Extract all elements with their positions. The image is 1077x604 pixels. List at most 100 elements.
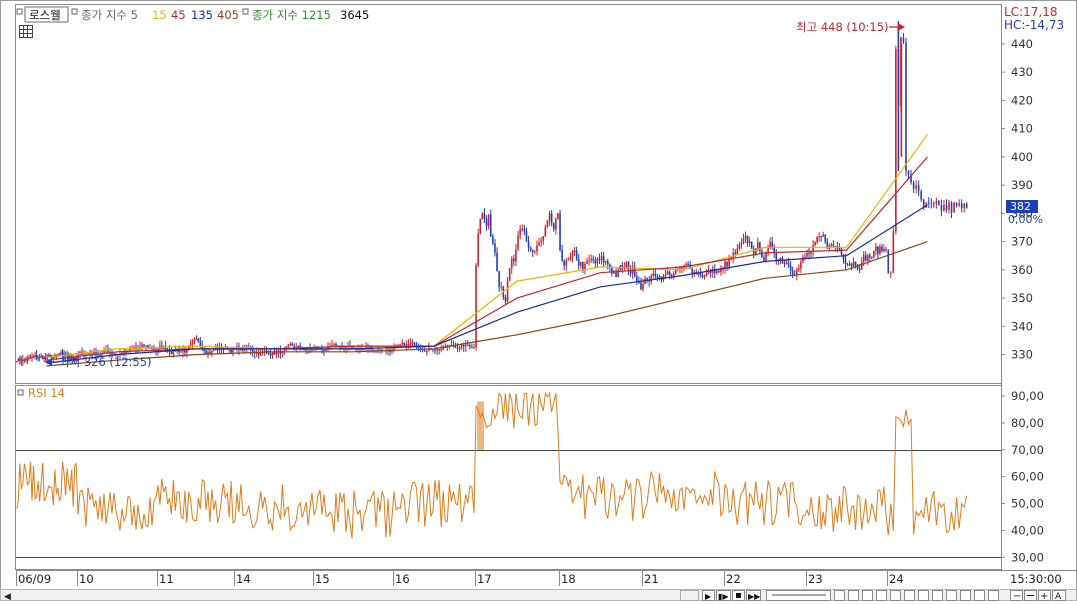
candle-body bbox=[824, 234, 827, 242]
tool-button[interactable] bbox=[848, 590, 859, 601]
candle-body bbox=[25, 359, 27, 361]
tool-button[interactable] bbox=[932, 590, 943, 601]
candle-body bbox=[26, 358, 29, 361]
candle-body bbox=[43, 357, 46, 359]
candle-body bbox=[838, 248, 841, 250]
scroll-left-icon[interactable]: ◀ bbox=[4, 592, 11, 602]
candle-body bbox=[860, 262, 863, 270]
tool-button[interactable] bbox=[946, 590, 957, 601]
rsi-label: RSI 14 bbox=[28, 386, 65, 400]
candle-body bbox=[943, 204, 945, 211]
candle-body bbox=[195, 338, 198, 340]
candle-body bbox=[19, 358, 21, 360]
tool-button[interactable] bbox=[960, 590, 971, 601]
candle-body bbox=[546, 220, 549, 227]
candle-body bbox=[401, 342, 404, 345]
candle-body bbox=[586, 260, 588, 264]
candle-body bbox=[864, 255, 867, 261]
candle-body bbox=[438, 349, 440, 351]
candle-body bbox=[724, 261, 726, 269]
candle-body bbox=[32, 356, 35, 358]
candle-body bbox=[905, 42, 907, 171]
candle-body bbox=[145, 345, 147, 347]
zoom-plus-icon: + bbox=[1040, 591, 1048, 601]
candle-body bbox=[602, 255, 605, 263]
ma-label: 종가 지수 5 bbox=[81, 8, 138, 22]
candle-body bbox=[426, 350, 428, 352]
candle-body bbox=[498, 271, 500, 288]
candle-body bbox=[810, 251, 812, 255]
lc-value: LC:17,18 bbox=[1004, 5, 1057, 19]
candle-body bbox=[858, 269, 861, 271]
candle-body bbox=[573, 250, 576, 253]
candle-body bbox=[548, 213, 551, 221]
candle-body bbox=[953, 202, 955, 213]
fast-forward-icon: ▶▶ bbox=[748, 592, 761, 601]
ma-period-405: 405 bbox=[217, 8, 239, 22]
candle-body bbox=[945, 204, 948, 211]
candle-body bbox=[798, 268, 800, 271]
tool-button[interactable] bbox=[834, 590, 845, 601]
candle-body bbox=[403, 342, 406, 346]
tool-button[interactable] bbox=[890, 590, 901, 601]
tool-button[interactable] bbox=[904, 590, 915, 601]
candle-body bbox=[335, 344, 337, 347]
candle-body bbox=[716, 271, 718, 274]
candle-body bbox=[28, 357, 30, 359]
candle-body bbox=[413, 342, 416, 345]
candle-body bbox=[854, 261, 857, 266]
candle-body bbox=[915, 185, 917, 189]
candle-body bbox=[477, 233, 479, 266]
candle-body bbox=[515, 249, 517, 262]
legend-square-icon bbox=[71, 8, 78, 15]
x-axis-time: 15:30:00 bbox=[1010, 572, 1062, 586]
candle-body bbox=[600, 255, 603, 261]
candle-body bbox=[275, 353, 278, 355]
current-change: 0,00% bbox=[1008, 213, 1043, 226]
low-annotation: 최저 326 (12:55) bbox=[45, 355, 152, 369]
candle-body bbox=[672, 273, 675, 276]
tool-button[interactable] bbox=[876, 590, 887, 601]
candle-body bbox=[887, 250, 890, 273]
candle-body bbox=[963, 203, 966, 209]
x-axis-tick-label: 24 bbox=[889, 572, 904, 586]
candle-body bbox=[791, 270, 794, 275]
tool-button[interactable] bbox=[918, 590, 929, 601]
candle-body bbox=[705, 273, 708, 276]
candle-body bbox=[950, 202, 953, 213]
candle-body bbox=[273, 352, 276, 355]
candle-body bbox=[489, 214, 492, 237]
candle-body bbox=[902, 37, 905, 43]
tool-button[interactable] bbox=[988, 590, 999, 601]
candle-body bbox=[411, 342, 414, 344]
chart-canvas[interactable]: 440430420410400390380370360350340330 90,… bbox=[0, 0, 1077, 602]
ma-period-15: 15 bbox=[152, 8, 167, 22]
candle-body bbox=[852, 261, 855, 267]
candle-body bbox=[41, 356, 44, 359]
tool-button[interactable] bbox=[974, 590, 985, 601]
x-axis-tick-label: 17 bbox=[477, 572, 492, 586]
candle-body bbox=[604, 261, 607, 263]
candle-body bbox=[650, 276, 653, 282]
candle-body bbox=[816, 236, 818, 243]
candle-body bbox=[800, 261, 802, 269]
candle-body bbox=[508, 268, 511, 281]
zoom-minus-icon: − bbox=[1013, 591, 1021, 601]
candle-body bbox=[670, 274, 673, 276]
scroll-track-end[interactable] bbox=[680, 590, 699, 601]
candle-body bbox=[525, 231, 528, 242]
candle-body bbox=[496, 252, 498, 272]
grid-icon[interactable] bbox=[19, 25, 33, 38]
candle-body bbox=[571, 252, 574, 258]
tool-button[interactable] bbox=[862, 590, 873, 601]
candle-body bbox=[492, 236, 494, 244]
candle-body bbox=[504, 297, 507, 302]
candle-body bbox=[883, 248, 885, 252]
candle-body bbox=[763, 257, 765, 261]
candle-body bbox=[654, 273, 657, 277]
candle-body bbox=[31, 356, 33, 358]
candle-body bbox=[205, 350, 207, 354]
candle-body bbox=[405, 344, 408, 346]
candle-body bbox=[471, 346, 473, 348]
candle-body bbox=[407, 344, 410, 346]
